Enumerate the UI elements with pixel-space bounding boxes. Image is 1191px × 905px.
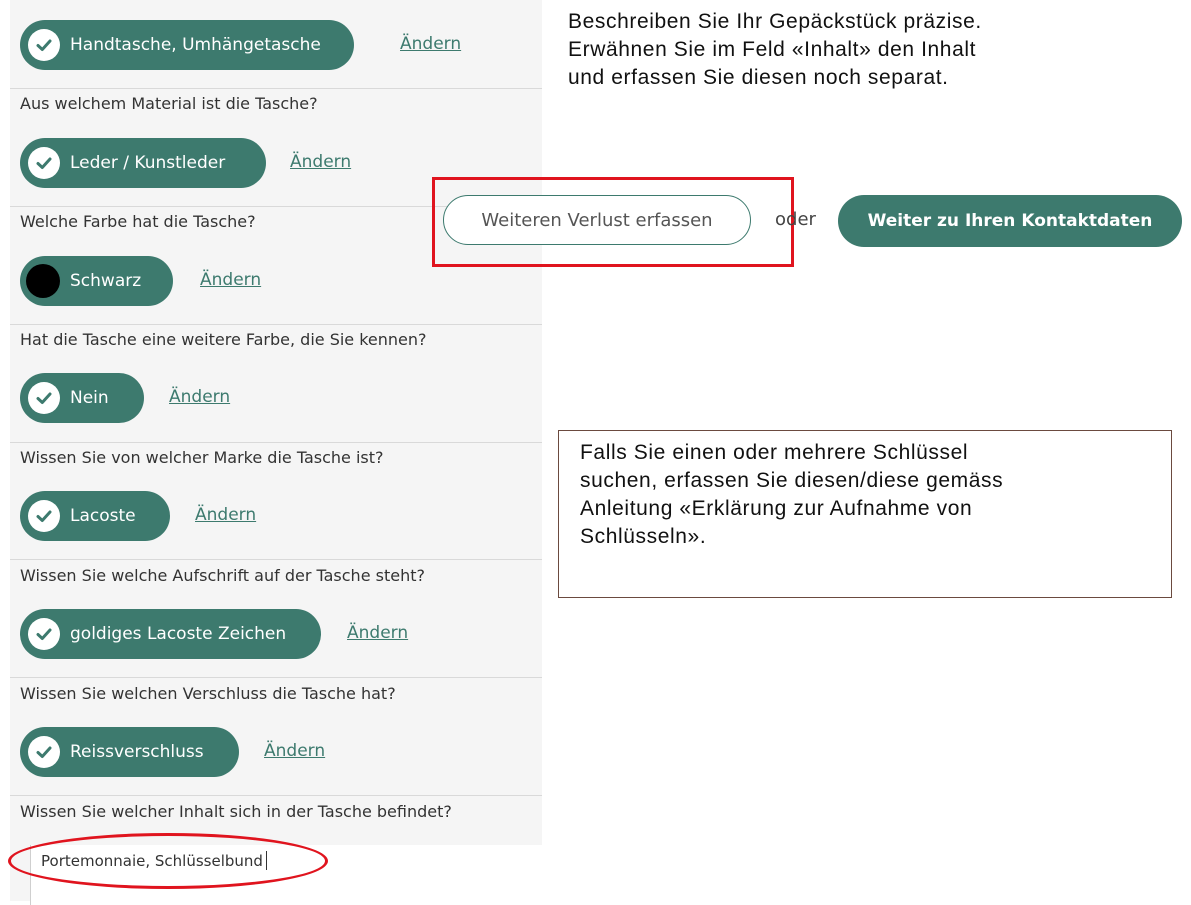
content-textarea[interactable]: Portemonnaie, Schlüsselbund <box>30 845 542 905</box>
question-material: Aus welchem Material ist die Tasche? <box>20 94 318 113</box>
answer-label: Lacoste <box>70 506 136 526</box>
answer-label: goldiges Lacoste Zeichen <box>70 624 287 644</box>
check-circle-icon <box>28 147 60 179</box>
answer-pill-bag-type[interactable]: Handtasche, Umhängetasche <box>20 20 354 70</box>
instruction-note-line: Beschreiben Sie Ihr Gepäckstück präzise. <box>568 10 982 33</box>
content-textarea-value: Portemonnaie, Schlüsselbund <box>41 852 263 870</box>
or-separator: oder <box>775 209 816 230</box>
check-circle-icon <box>28 29 60 61</box>
check-circle-icon <box>28 618 60 650</box>
change-link-material[interactable]: Ändern <box>290 152 351 172</box>
answer-pill-color[interactable]: Schwarz <box>20 256 173 306</box>
answer-pill-material[interactable]: Leder / Kunstleder <box>20 138 266 188</box>
divider <box>10 677 542 678</box>
question-closure: Wissen Sie welchen Verschluss die Tasche… <box>20 684 396 703</box>
instruction-note-line: und erfassen Sie diesen noch separat. <box>568 66 949 89</box>
continue-to-contact-button[interactable]: Weiter zu Ihren Kontaktdaten <box>838 195 1182 247</box>
question-inscription: Wissen Sie welche Aufschrift auf der Tas… <box>20 566 425 585</box>
keys-instruction-box: Falls Sie einen oder mehrere Schlüssel s… <box>558 430 1172 598</box>
divider <box>10 795 542 796</box>
color-swatch-black <box>26 264 60 298</box>
answer-pill-closure[interactable]: Reissverschluss <box>20 727 239 777</box>
keys-instruction-line: suchen, erfassen Sie diesen/diese gemäss <box>580 469 1004 492</box>
keys-instruction-line: Falls Sie einen oder mehrere Schlüssel <box>580 441 969 464</box>
add-another-loss-button[interactable]: Weiteren Verlust erfassen <box>443 195 751 245</box>
change-link-closure[interactable]: Ändern <box>264 741 325 761</box>
keys-instruction-line: Schlüsseln». <box>580 525 707 548</box>
change-link-bag-type[interactable]: Ändern <box>400 34 461 54</box>
answer-label: Reissverschluss <box>70 742 204 762</box>
change-link-color[interactable]: Ändern <box>200 270 261 290</box>
divider <box>10 324 542 325</box>
answer-label: Nein <box>70 388 109 408</box>
answer-label: Schwarz <box>70 271 142 291</box>
text-caret <box>265 851 267 870</box>
question-second-color: Hat die Tasche eine weitere Farbe, die S… <box>20 330 427 349</box>
change-link-inscription[interactable]: Ändern <box>347 623 408 643</box>
divider <box>10 442 542 443</box>
check-circle-icon <box>28 736 60 768</box>
question-brand: Wissen Sie von welcher Marke die Tasche … <box>20 448 384 467</box>
change-link-brand[interactable]: Ändern <box>195 505 256 525</box>
answer-pill-brand[interactable]: Lacoste <box>20 491 170 541</box>
keys-instruction-line: Anleitung «Erklärung zur Aufnahme von <box>580 497 973 520</box>
question-color: Welche Farbe hat die Tasche? <box>20 212 256 231</box>
question-content: Wissen Sie welcher Inhalt sich in der Ta… <box>20 802 452 821</box>
check-circle-icon <box>28 382 60 414</box>
divider <box>10 559 542 560</box>
answer-label: Leder / Kunstleder <box>70 153 226 173</box>
answer-label: Handtasche, Umhängetasche <box>70 35 321 55</box>
instruction-note: Beschreiben Sie Ihr Gepäckstück präzise.… <box>568 8 1128 92</box>
answer-pill-second-color[interactable]: Nein <box>20 373 144 423</box>
answer-pill-inscription[interactable]: goldiges Lacoste Zeichen <box>20 609 321 659</box>
instruction-note-line: Erwähnen Sie im Feld «Inhalt» den Inhalt <box>568 38 977 61</box>
change-link-second-color[interactable]: Ändern <box>169 387 230 407</box>
check-circle-icon <box>28 500 60 532</box>
divider <box>10 88 542 89</box>
